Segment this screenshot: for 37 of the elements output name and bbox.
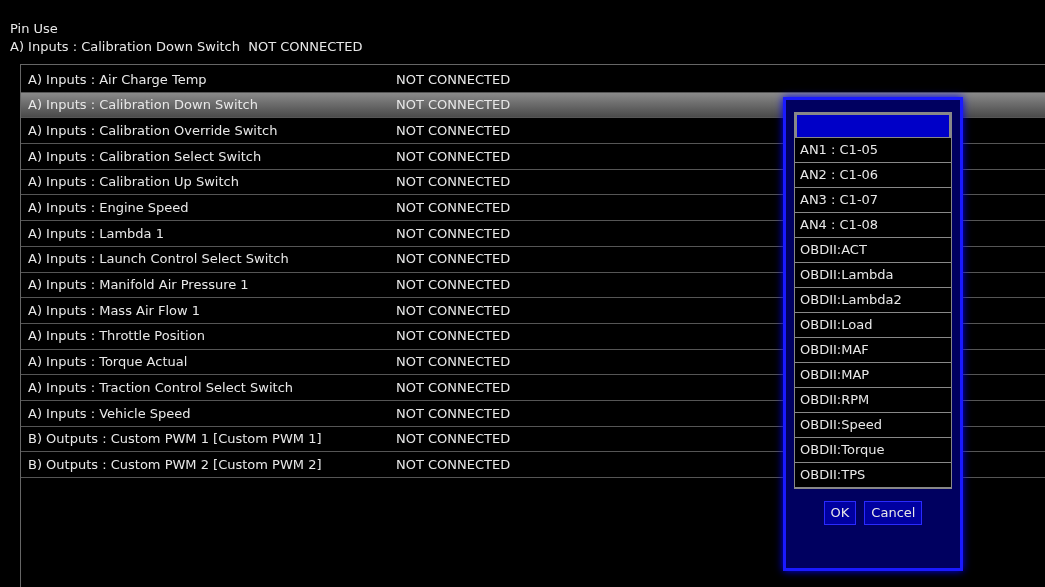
pin-name: A) Inputs : Engine Speed xyxy=(27,199,190,218)
pin-status: NOT CONNECTED xyxy=(396,327,511,346)
dialog-button[interactable]: Cancel xyxy=(864,501,923,525)
pin-status: NOT CONNECTED xyxy=(396,147,511,166)
pin-name: A) Inputs : Launch Control Select Switch xyxy=(27,250,290,269)
pin-name: A) Inputs : Calibration Override Switch xyxy=(27,121,279,140)
pin-status: NOT CONNECTED xyxy=(396,224,511,243)
pin-name: A) Inputs : Calibration Up Switch xyxy=(27,173,240,192)
pin-name: A) Inputs : Torque Actual xyxy=(27,353,189,372)
pin-name: A) Inputs : Calibration Down Switch xyxy=(27,96,259,115)
pin-name: B) Outputs : Custom PWM 2 [Custom PWM 2] xyxy=(27,455,323,474)
pin-status: NOT CONNECTED xyxy=(396,301,511,320)
pin-name: A) Inputs : Mass Air Flow 1 xyxy=(27,301,202,320)
pin-name: A) Inputs : Throttle Position xyxy=(27,327,206,346)
pin-status: NOT CONNECTED xyxy=(396,430,511,449)
pin-status: NOT CONNECTED xyxy=(396,250,511,269)
pin-status: NOT CONNECTED xyxy=(396,70,511,89)
pin-name: A) Inputs : Manifold Air Pressure 1 xyxy=(27,276,250,295)
pin-status: NOT CONNECTED xyxy=(396,378,511,397)
pin-name: A) Inputs : Lambda 1 xyxy=(27,224,165,243)
pin-status: NOT CONNECTED xyxy=(396,404,511,423)
pin-name: A) Inputs : Air Charge Temp xyxy=(27,70,208,89)
pin-status: NOT CONNECTED xyxy=(396,96,511,115)
pin-status: NOT CONNECTED xyxy=(396,173,511,192)
dialog-button[interactable]: OK xyxy=(823,501,857,525)
pin-status: NOT CONNECTED xyxy=(396,199,511,218)
pin-name: B) Outputs : Custom PWM 1 [Custom PWM 1] xyxy=(27,430,323,449)
header-label: Pin Use xyxy=(10,20,58,38)
pin-name: A) Inputs : Calibration Select Switch xyxy=(27,147,263,166)
pin-name: A) Inputs : Vehicle Speed xyxy=(27,404,192,423)
pin-name: A) Inputs : Traction Control Select Switch xyxy=(27,378,295,397)
pin-status: NOT CONNECTED xyxy=(396,121,511,140)
option-item[interactable] xyxy=(795,113,951,138)
current-assignment: A) Inputs : Calibration Down Switch NOT CONNECTED xyxy=(10,38,363,56)
pin-status: NOT CONNECTED xyxy=(396,353,511,372)
pin-status: NOT CONNECTED xyxy=(396,276,511,295)
pin-status: NOT CONNECTED xyxy=(396,455,511,474)
